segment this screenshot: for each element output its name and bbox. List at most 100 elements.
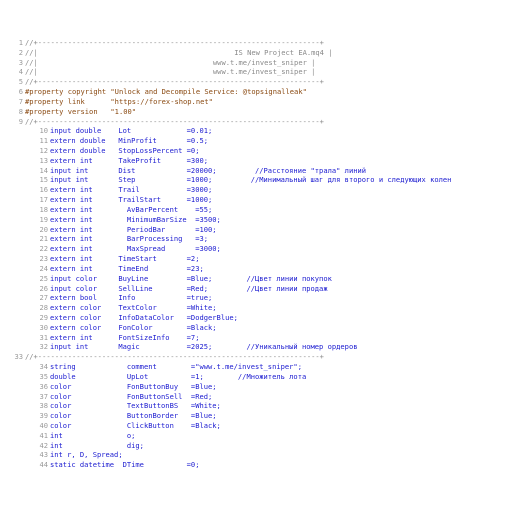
- line-number: 37: [39, 391, 48, 401]
- code-line[interactable]: 44 static datetime DTime =0;: [25, 460, 510, 469]
- code-line[interactable]: 5//+------------------------------------…: [0, 77, 510, 86]
- code-text: extern int MinimumBarSize =3500;: [50, 214, 221, 224]
- line-number: 28: [39, 303, 48, 313]
- line-number: 11: [39, 136, 48, 146]
- line-number: 42: [39, 440, 48, 450]
- code-text: int o;: [50, 430, 136, 440]
- code-line[interactable]: 23 extern int TimeStart =2;: [25, 254, 510, 263]
- code-text: extern int TakeProfit =300;: [50, 155, 209, 165]
- code-text: input int Magic =2025; //Уникальный номе…: [50, 342, 358, 352]
- code-line[interactable]: 15 input int Step =1000; //Минимальный ша…: [25, 175, 510, 184]
- code-line[interactable]: 36 color FonButtonBuy =Blue;: [25, 382, 510, 391]
- line-number: 32: [39, 342, 48, 352]
- line-number: 16: [39, 185, 48, 195]
- line-number: 35: [39, 371, 48, 381]
- code-text: input color BuyLine =Blue; //Цвет линии …: [50, 273, 332, 283]
- code-line[interactable]: 17 extern int TrailStart =1000;: [25, 195, 510, 204]
- code-text: extern double MinProfit =0.5;: [50, 136, 209, 146]
- code-line[interactable]: 11 extern double MinProfit =0.5;: [25, 136, 510, 145]
- code-comment: //+-------------------------------------…: [25, 38, 324, 47]
- code-line[interactable]: 18 extern int AvBarPercent =55;: [25, 205, 510, 214]
- code-line[interactable]: 37 color FonButtonSell =Red;: [25, 392, 510, 401]
- code-line[interactable]: 7 #property link "https://forex-shop.net": [0, 97, 510, 106]
- code-line[interactable]: 40 color ClickButton =Black;: [25, 421, 510, 430]
- code-line[interactable]: 29 extern color InfoDataColor =DodgerBlue…: [25, 313, 510, 322]
- code-line[interactable]: 30 extern color FonColor =Black;: [25, 323, 510, 332]
- line-number: 15: [39, 175, 48, 185]
- code-text: extern int AvBarPercent =55;: [50, 204, 213, 214]
- line-number: 29: [39, 312, 48, 322]
- code-text: extern int FontSizeInfo =7;: [50, 332, 200, 342]
- code-line[interactable]: 41 int o;: [25, 431, 510, 440]
- line-number: 14: [39, 165, 48, 175]
- code-line[interactable]: 21 extern int BarProcessing =3;: [25, 234, 510, 243]
- line-number: 3: [18, 57, 23, 67]
- code-line[interactable]: 39 color ButtonBorder =Blue;: [25, 411, 510, 420]
- code-text: extern bool Info =true;: [50, 293, 213, 303]
- code-editor[interactable]: 1//+------------------------------------…: [0, 38, 510, 472]
- code-text: int r, D, Spread;: [50, 450, 123, 460]
- code-line[interactable]: 19 extern int MinimumBarSize =3500;: [25, 215, 510, 224]
- code-text: color ButtonBorder =Blue;: [50, 411, 217, 421]
- line-number: 33: [14, 352, 23, 362]
- code-line[interactable]: 4//| www.t.me/invest_sniper |: [0, 67, 510, 76]
- line-number: 26: [39, 283, 48, 293]
- code-line[interactable]: 9//+------------------------------------…: [0, 117, 510, 126]
- code-text: double UpLot =1; //Множитель лота: [50, 371, 307, 381]
- code-text: color ClickButton =Black;: [50, 420, 221, 430]
- code-line[interactable]: 26 input color SellLine =Red; //Цвет лини…: [25, 284, 510, 293]
- line-number: 20: [39, 224, 48, 234]
- line-number: 21: [39, 234, 48, 244]
- code-comment: //+-------------------------------------…: [25, 77, 324, 87]
- code-line[interactable]: 32 input int Magic =2025; //Уникальный но…: [25, 342, 510, 351]
- code-line[interactable]: 10 input double Lot =0.01;: [25, 126, 510, 135]
- line-number: 13: [39, 155, 48, 165]
- code-line[interactable]: 38 color TextButtonBS =White;: [25, 401, 510, 410]
- line-number: 31: [39, 332, 48, 342]
- code-comment: //+-------------------------------------…: [25, 116, 324, 126]
- line-number: 43: [39, 450, 48, 460]
- code-line[interactable]: 1//+------------------------------------…: [0, 38, 510, 47]
- code-line[interactable]: 33//+-----------------------------------…: [0, 352, 510, 361]
- code-line[interactable]: 2//| IS New Project EA.mq4 |: [0, 48, 510, 57]
- line-number: 30: [39, 322, 48, 332]
- line-number: 4: [18, 67, 23, 77]
- code-text: int dig;: [50, 440, 144, 450]
- code-text: extern int TimeStart =2;: [50, 254, 200, 264]
- code-line[interactable]: 28 extern color TextColor =White;: [25, 303, 510, 312]
- line-number: 34: [39, 362, 48, 372]
- code-line[interactable]: 14 input int Dist =20000; //Расстояние "т…: [25, 166, 510, 175]
- line-number: 9: [18, 116, 23, 126]
- code-text: extern int PeriodBar =100;: [50, 224, 217, 234]
- code-text: input color SellLine =Red; //Цвет линии …: [50, 283, 328, 293]
- code-comment: //| IS New Project EA.mq4 |: [25, 47, 333, 57]
- code-line[interactable]: 8 #property version "1.00": [0, 107, 510, 116]
- code-text: extern int BarProcessing =3;: [50, 234, 209, 244]
- code-text: static datetime DTime =0;: [50, 460, 200, 470]
- code-line[interactable]: 43 int r, D, Spread;: [25, 450, 510, 459]
- code-line[interactable]: 12 extern double StopLossPercent =0;: [25, 146, 510, 155]
- code-line[interactable]: 34 string comment ="www.t.me/invest_snipe…: [25, 362, 510, 371]
- code-text: extern color FonColor =Black;: [50, 322, 217, 332]
- code-line[interactable]: 20 extern int PeriodBar =100;: [25, 225, 510, 234]
- code-line[interactable]: 31 extern int FontSizeInfo =7;: [25, 333, 510, 342]
- line-number: 44: [39, 460, 48, 470]
- code-line[interactable]: 24 extern int TimeEnd =23;: [25, 264, 510, 273]
- code-text: extern int Trail =3000;: [50, 185, 213, 195]
- code-line[interactable]: 16 extern int Trail =3000;: [25, 185, 510, 194]
- code-line[interactable]: 35 double UpLot =1; //Множитель лота: [25, 372, 510, 381]
- code-text: string comment ="www.t.me/invest_sniper"…: [50, 362, 302, 372]
- code-line[interactable]: 13 extern int TakeProfit =300;: [25, 156, 510, 165]
- line-number: 12: [39, 146, 48, 156]
- line-number: 36: [39, 381, 48, 391]
- line-number: 17: [39, 195, 48, 205]
- code-line[interactable]: 27 extern bool Info =true;: [25, 293, 510, 302]
- code-line[interactable]: 42 int dig;: [25, 441, 510, 450]
- code-line[interactable]: 22 extern int MaxSpread =3000;: [25, 244, 510, 253]
- code-line[interactable]: 3//| www.t.me/invest_sniper |: [0, 58, 510, 67]
- line-number: 19: [39, 214, 48, 224]
- code-line[interactable]: 6 #property copyright "Unlock and Decompi…: [0, 87, 510, 96]
- code-text: input double Lot =0.01;: [50, 126, 213, 136]
- code-line[interactable]: 25 input color BuyLine =Blue; //Цвет лини…: [25, 274, 510, 283]
- code-text: extern color TextColor =White;: [50, 303, 217, 313]
